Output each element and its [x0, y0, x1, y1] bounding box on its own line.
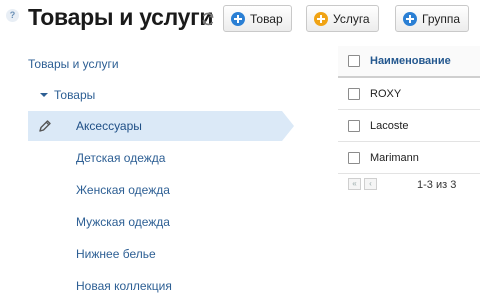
tree-item-label: Мужская одежда: [76, 215, 170, 229]
add-service-button[interactable]: Услуга: [306, 5, 379, 32]
help-icon[interactable]: ?: [6, 9, 19, 22]
tree-item-label: Новая коллекция: [76, 279, 172, 293]
column-name-header[interactable]: Наименование: [370, 55, 451, 67]
caret-down-icon[interactable]: [40, 93, 48, 97]
refresh-icon[interactable]: [200, 11, 216, 27]
row-checkbox[interactable]: [348, 151, 360, 164]
row-name[interactable]: ROXY: [370, 88, 401, 100]
tree-item-underwear[interactable]: Нижнее белье: [28, 239, 282, 269]
tree-root-link[interactable]: Товары и услуги: [28, 57, 119, 71]
add-product-button[interactable]: Товар: [223, 5, 292, 32]
add-group-label: Группа: [422, 11, 461, 26]
page-title: Товары и услуги: [28, 4, 214, 30]
tree-item-label: Женская одежда: [76, 183, 170, 197]
plus-icon: [403, 11, 417, 26]
products-table: Наименование ROXY Lacoste Marimann: [338, 46, 480, 174]
table-header: Наименование: [338, 46, 480, 78]
add-product-label: Товар: [250, 11, 283, 26]
tree-item-women[interactable]: Женская одежда: [28, 175, 282, 205]
tree-group-label: Товары: [54, 88, 96, 102]
pager-status: 1-3 из 3: [417, 179, 457, 191]
add-group-button[interactable]: Группа: [395, 5, 470, 32]
select-all-checkbox[interactable]: [348, 55, 360, 67]
tree-item-accessories[interactable]: Аксессуары: [28, 111, 294, 141]
table-row[interactable]: Marimann: [338, 142, 480, 174]
tree-item-men[interactable]: Мужская одежда: [28, 207, 282, 237]
first-page-button[interactable]: «: [348, 178, 361, 190]
pager-controls: « ‹: [348, 178, 380, 190]
tree-group-goods[interactable]: Товары: [40, 88, 95, 102]
tree-item-kids[interactable]: Детская одежда: [28, 143, 282, 173]
tree-item-new-collection[interactable]: Новая коллекция: [28, 271, 282, 301]
row-checkbox[interactable]: [348, 87, 360, 100]
row-checkbox[interactable]: [348, 119, 360, 132]
tree-item-label: Детская одежда: [76, 151, 166, 165]
plus-icon: [314, 11, 328, 26]
table-row[interactable]: Lacoste: [338, 110, 480, 142]
tree-item-label: Аксессуары: [76, 119, 142, 133]
add-service-label: Услуга: [333, 11, 370, 26]
table-row[interactable]: ROXY: [338, 78, 480, 110]
tree-item-label: Нижнее белье: [76, 247, 156, 261]
row-name[interactable]: Marimann: [370, 152, 419, 164]
row-name[interactable]: Lacoste: [370, 120, 409, 132]
plus-icon: [231, 11, 245, 26]
pencil-icon[interactable]: [38, 119, 52, 133]
prev-page-button[interactable]: ‹: [364, 178, 377, 190]
